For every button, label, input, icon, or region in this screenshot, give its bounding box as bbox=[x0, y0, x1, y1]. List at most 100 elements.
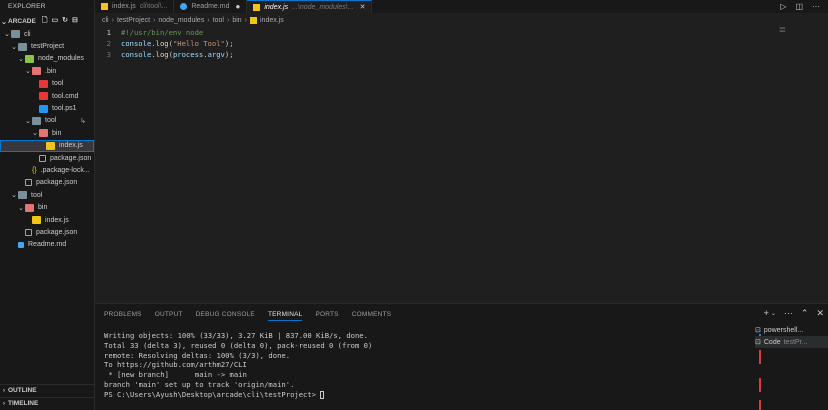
tab-description: cli\tool\... bbox=[139, 3, 168, 10]
chevron-down-icon: ⌄ bbox=[25, 68, 31, 76]
tree-item-label: tool bbox=[31, 191, 43, 199]
terminal-cursor[interactable] bbox=[320, 390, 325, 399]
chevron-right-icon: › bbox=[244, 16, 247, 24]
tree-item[interactable]: tool bbox=[0, 78, 94, 90]
tree-item-label: package.json bbox=[36, 228, 78, 236]
tree-item[interactable]: package.json bbox=[0, 152, 94, 164]
panel-tab[interactable]: TERMINAL bbox=[267, 311, 303, 321]
tab-label: Readme.md bbox=[191, 3, 230, 10]
close-icon[interactable]: ✕ bbox=[360, 3, 366, 11]
breadcrumb-item[interactable]: tool bbox=[213, 17, 224, 24]
line-number: 1 bbox=[106, 28, 111, 37]
tree-item[interactable]: package.json bbox=[0, 177, 94, 189]
maximize-panel-icon[interactable]: ⌃ bbox=[801, 308, 809, 319]
workspace-root[interactable]: ⌄ ARCADE 🗋 ▭ ↻ ⊟ bbox=[0, 15, 94, 28]
breadcrumb-item[interactable]: cli bbox=[102, 17, 109, 24]
tree-item[interactable]: package.json bbox=[0, 226, 94, 238]
tree-item[interactable]: index.js bbox=[0, 214, 94, 226]
editor-tab[interactable]: index.js ...\node_modules\... ✕ bbox=[247, 0, 373, 13]
terminal-line: branch 'main' set up to track 'origin/ma… bbox=[104, 379, 295, 389]
breadcrumb-item[interactable]: index.js bbox=[260, 17, 284, 24]
tree-item[interactable]: Readme.md bbox=[0, 239, 94, 251]
new-file-icon[interactable]: 🗋 bbox=[42, 16, 48, 27]
tree-item[interactable]: {} .package-lock... bbox=[0, 164, 94, 176]
tab-label: index.js bbox=[264, 3, 289, 11]
line-number: 3 bbox=[106, 50, 111, 59]
tree-item[interactable]: ⌄ cli bbox=[0, 28, 94, 40]
tree-item[interactable]: ⌄ bin bbox=[0, 127, 94, 139]
code-editor[interactable]: 1 #!/usr/bin/env node 2 console.log("Hello … bbox=[95, 27, 828, 303]
code-line[interactable]: 1 #!/usr/bin/env node bbox=[95, 27, 828, 38]
editor-tab[interactable]: index.js cli\tool\... bbox=[95, 0, 175, 13]
collapse-all-icon[interactable]: ⊟ bbox=[72, 16, 78, 27]
code-text: #!/usr/bin/env node bbox=[121, 28, 203, 37]
terminal-instance[interactable]: ⊡ Code testPr... bbox=[755, 336, 828, 348]
code-token: ); bbox=[224, 39, 234, 48]
explorer-sidebar: EXPLORER ⌄ ARCADE 🗋 ▭ ↻ ⊟ ⌄ cli ⌄ testProje… bbox=[0, 0, 95, 410]
tree-item[interactable]: ⌄ node_modules bbox=[0, 53, 94, 65]
panel-tab[interactable]: COMMENTS bbox=[352, 311, 392, 318]
new-folder-icon[interactable]: ▭ bbox=[51, 16, 58, 27]
tree-item-label: package.json bbox=[50, 154, 92, 162]
tree-item[interactable]: ⌄ .bin bbox=[0, 65, 94, 77]
panel-tab[interactable]: DEBUG CONSOLE bbox=[196, 311, 255, 318]
breadcrumb-item[interactable]: bin bbox=[232, 17, 241, 24]
tab-description: ...\node_modules\... bbox=[292, 3, 354, 11]
run-icon[interactable]: ▷ bbox=[780, 2, 786, 11]
folder-icon bbox=[32, 67, 41, 76]
outline-section[interactable]: › OUTLINE bbox=[0, 384, 95, 396]
chevron-right-icon: › bbox=[153, 16, 156, 24]
terminal-prompt: PS C:\Users\Ayush\Desktop\arcade\cli\tes… bbox=[104, 389, 321, 399]
panel-tab[interactable]: PROBLEMS bbox=[104, 311, 142, 318]
code-line[interactable]: 2 console.log("Hello Tool"); bbox=[95, 38, 828, 49]
tree-item[interactable]: ⌄ tool ↳ bbox=[0, 115, 94, 127]
breadcrumb-item[interactable]: testProject bbox=[117, 17, 150, 24]
tree-item-label: cli bbox=[24, 30, 31, 38]
more-actions-icon[interactable]: ··· bbox=[812, 2, 820, 11]
split-editor-icon[interactable]: ◫ bbox=[795, 2, 803, 11]
refresh-icon[interactable]: ↻ bbox=[62, 16, 68, 27]
new-terminal-icon[interactable]: + bbox=[764, 308, 769, 319]
terminal-instance[interactable]: ⊡ powershell... bbox=[755, 324, 828, 336]
line-number: 2 bbox=[106, 39, 111, 48]
editor-tab-bar: index.js cli\tool\... Readme.md ● index.js..… bbox=[95, 0, 828, 13]
panel-tab[interactable]: PORTS bbox=[315, 311, 338, 318]
terminal-output[interactable]: Writing objects: 100% (33/33), 3.27 KiB … bbox=[104, 331, 372, 400]
terminal-instance-sub: testPr... bbox=[783, 338, 808, 346]
close-panel-icon[interactable]: ✕ bbox=[816, 308, 824, 319]
tree-item[interactable]: index.js bbox=[0, 139, 94, 152]
editor-tab[interactable]: Readme.md ● bbox=[174, 0, 248, 13]
terminal-line: Writing objects: 100% (33/33), 3.27 KiB … bbox=[104, 331, 368, 340]
tree-item[interactable]: ⌄ tool bbox=[0, 189, 94, 201]
tree-item-label: index.js bbox=[59, 142, 83, 150]
js-file-icon bbox=[250, 16, 257, 24]
code-token: log bbox=[155, 50, 169, 59]
minimap[interactable]: ▬▬▬ ▬▬▬ bbox=[780, 27, 785, 33]
panel-tab[interactable]: OUTPUT bbox=[155, 311, 183, 318]
unsaved-dot-icon[interactable]: ● bbox=[236, 2, 241, 11]
terminal-instance-label: Code bbox=[763, 338, 781, 346]
breadcrumb-item[interactable]: node_modules bbox=[158, 17, 204, 24]
code-token: "Hello Tool" bbox=[172, 39, 225, 48]
tree-item[interactable]: tool.cmd bbox=[0, 90, 94, 102]
tree-item-label: package.json bbox=[36, 179, 78, 187]
tree-item-label: tool bbox=[45, 117, 57, 125]
more-actions-icon[interactable]: ··· bbox=[784, 308, 793, 319]
terminal-icon: ⊡ bbox=[755, 339, 761, 346]
folder-icon bbox=[32, 116, 41, 125]
js-file-icon bbox=[253, 3, 261, 11]
tree-item[interactable]: ⌄ testProject bbox=[0, 40, 94, 52]
chevron-down-icon[interactable]: ⌄ bbox=[771, 310, 776, 319]
timeline-section[interactable]: › TIMELINE bbox=[0, 397, 95, 409]
tree-item[interactable]: tool.ps1 bbox=[0, 102, 94, 114]
chevron-down-icon: ⌄ bbox=[4, 31, 10, 39]
terminal-line: Total 33 (delta 3), reused 0 (delta 0), … bbox=[104, 340, 373, 350]
tree-item[interactable]: ⌄ bin bbox=[0, 201, 94, 213]
bottom-panel: PROBLEMS OUTPUT DEBUG CONSOLE TERMINAL PORTS… bbox=[95, 303, 828, 410]
timeline-label: TIMELINE bbox=[8, 400, 39, 407]
code-line[interactable]: 3 console.log(process.argv); bbox=[95, 49, 828, 60]
folder-icon bbox=[39, 129, 48, 138]
tree-item-label: Readme.md bbox=[28, 241, 67, 249]
tree-item-label: .bin bbox=[45, 67, 57, 75]
info-icon bbox=[180, 3, 188, 10]
